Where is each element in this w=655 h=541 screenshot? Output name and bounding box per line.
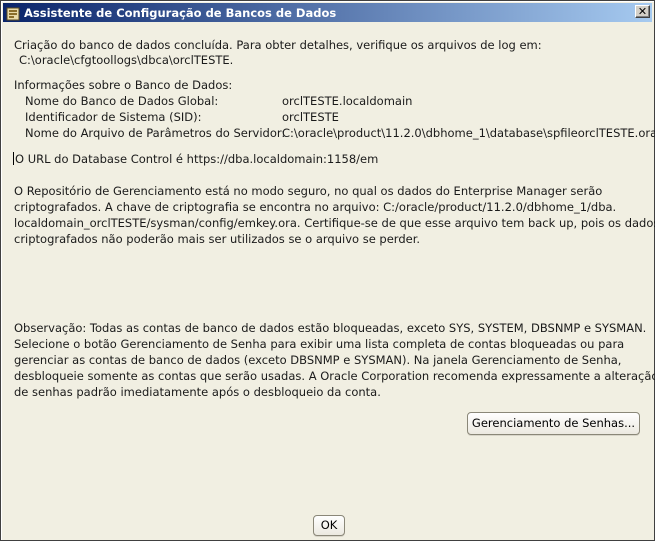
close-button[interactable]: ✕	[635, 5, 650, 18]
dbca-dialog-window: Assistente de Configuração de Bancos de …	[0, 0, 655, 541]
note-line: de senhas padrão imediatamente após o de…	[14, 385, 381, 399]
text-cursor	[13, 152, 14, 165]
log-path: C:\oracle\cfgtoollogs\dbca\orclTESTE.	[19, 53, 234, 67]
intro-line-1: Criação do banco de dados concluída. Par…	[14, 38, 542, 52]
repository-line: criptografados. A chave de criptografia …	[14, 200, 617, 214]
repository-line: O Repositório de Gerenciamento está no m…	[14, 184, 603, 198]
note-line: gerenciar as contas de banco de dados (e…	[14, 353, 622, 367]
db-info-heading: Informações sobre o Banco de Dados:	[14, 78, 233, 92]
database-control-url-line: O URL do Database Control é https://dba.…	[13, 151, 378, 167]
window-title: Assistente de Configuração de Bancos de …	[24, 5, 337, 20]
db-info-value: C:\oracle\product\11.2.0\dbhome_1\databa…	[282, 126, 655, 140]
database-control-url: O URL do Database Control é https://dba.…	[15, 152, 379, 166]
db-info-label: Identificador de Sistema (SID):	[25, 110, 202, 124]
db-info-value: orclTESTE.localdomain	[282, 94, 413, 108]
password-management-button[interactable]: Gerenciamento de Senhas...	[467, 412, 640, 435]
db-info-value: orclTESTE	[282, 110, 339, 124]
db-info-label: Nome do Arquivo de Parâmetros do Servido…	[25, 126, 286, 140]
db-info-label: Nome do Banco de Dados Global:	[25, 94, 219, 108]
dbca-window-icon	[6, 6, 20, 20]
title-bar[interactable]: Assistente de Configuração de Bancos de …	[3, 3, 652, 22]
ok-button[interactable]: OK	[313, 515, 345, 536]
close-icon: ✕	[637, 5, 648, 18]
repository-line: localdomain_orclTESTE/sysman/config/emke…	[14, 216, 655, 230]
note-line: desbloqueie somente as contas que serão …	[14, 369, 655, 383]
repository-line: criptografados não poderão mais ser util…	[14, 232, 421, 246]
note-line: Selecione o botão Gerenciamento de Senha…	[14, 337, 625, 351]
note-line: Observação: Todas as contas de banco de …	[14, 321, 647, 335]
